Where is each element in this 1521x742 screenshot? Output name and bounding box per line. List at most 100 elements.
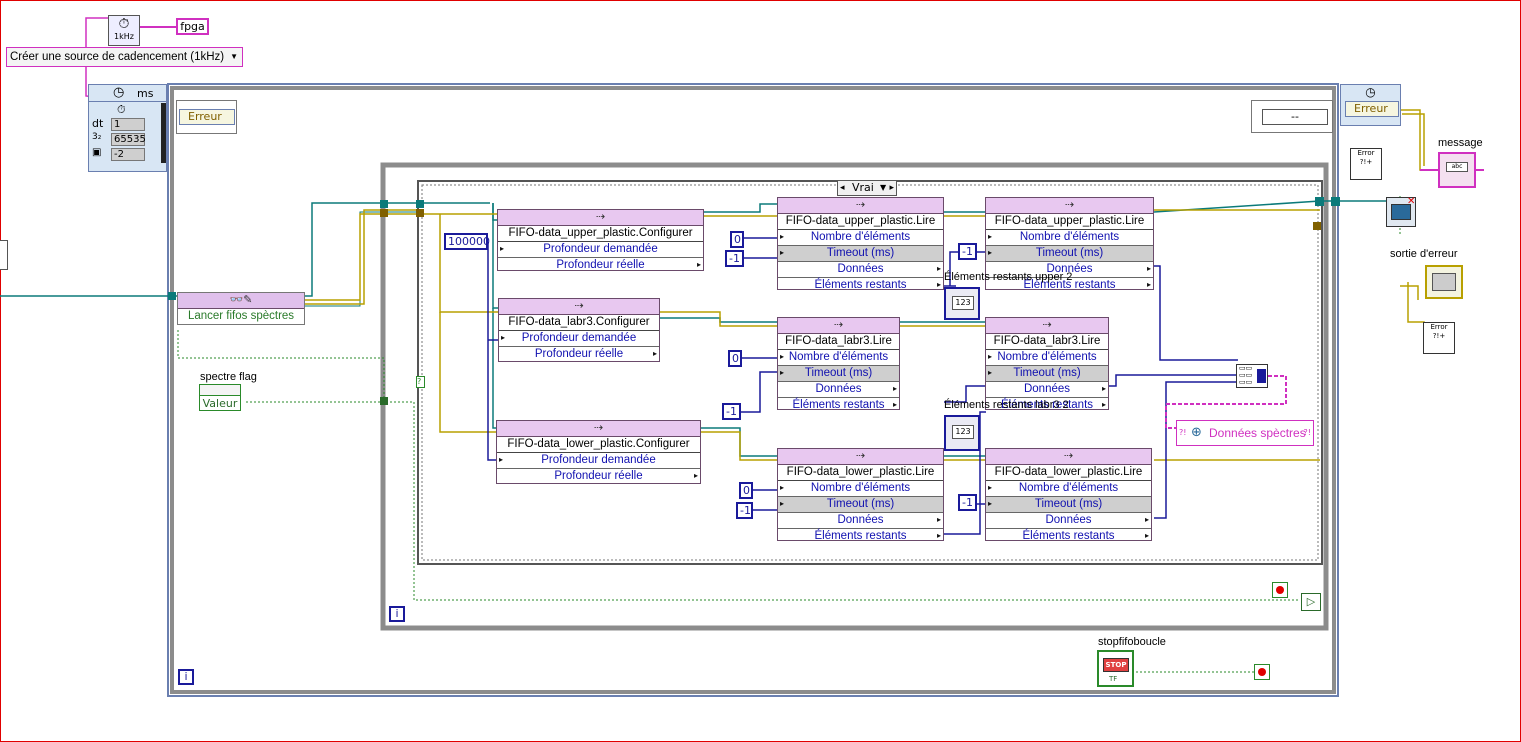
offscreen-control[interactable]	[0, 240, 8, 270]
timeout-constant[interactable]: -1	[725, 250, 744, 267]
read-node-labr3-1[interactable]: ⇢ FIFO-data_labr3.Lire ▸ Nombre d'élément…	[777, 317, 900, 411]
timeout-constant[interactable]: -1	[958, 243, 977, 260]
timer-source-icon[interactable]: ⏱ 1kHz	[108, 15, 140, 46]
sortie-erreur-label: sortie d'erreur	[1390, 248, 1458, 260]
timer-source-ring[interactable]: Créer une source de cadencement (1kHz) ▼	[6, 47, 243, 67]
timed-loop-unit: ms	[137, 87, 154, 100]
spectre-flag-value: Valeur	[202, 397, 238, 410]
numeric-icon: 123	[952, 296, 974, 310]
count-constant[interactable]: 0	[739, 482, 753, 499]
tunnel	[380, 200, 388, 208]
count-constant[interactable]: 0	[728, 350, 742, 367]
error-glyph: Error	[1430, 323, 1448, 331]
fifo-method-icon: ⇢	[499, 299, 659, 315]
elements-upper-label: Éléments restants upper 2	[944, 271, 1073, 283]
error-dialog-icon[interactable]: Error ?!+	[1423, 322, 1455, 354]
node-row: Profondeur demandée	[541, 454, 656, 466]
node-row: Profondeur réelle	[556, 259, 645, 271]
node-title: FIFO-data_lower_plastic.Lire	[778, 465, 943, 481]
tunnel	[168, 292, 176, 300]
chevron-down-icon[interactable]: ▼	[880, 181, 886, 195]
node-title: FIFO-data_upper_plastic.Lire	[778, 214, 943, 230]
abc-icon: abc	[1446, 162, 1468, 172]
priority-value[interactable]: 65535	[111, 133, 146, 146]
stopwatch-icon: ⏱	[117, 103, 126, 116]
tunnel	[380, 209, 388, 217]
node-title: FIFO-data_labr3.Configurer	[499, 315, 659, 331]
stop-timed-indicator[interactable]	[1254, 664, 1270, 680]
node-row: Données	[837, 514, 884, 526]
node-row: Timeout (ms)	[826, 498, 895, 510]
read-node-upper-1[interactable]: ⇢ FIFO-data_upper_plastic.Lire ▸ Nombre d…	[777, 197, 944, 291]
spectre-flag-label: spectre flag	[200, 371, 257, 383]
stop-icon: STOP	[1103, 658, 1129, 672]
unbundle-error-icon[interactable]: ✕	[1386, 196, 1416, 227]
dash-value: --	[1262, 109, 1328, 125]
sortie-erreur-indicator[interactable]	[1425, 265, 1463, 299]
fifo-method-icon: ⇢	[986, 449, 1151, 465]
tunnel	[1313, 222, 1321, 230]
node-row: Nombre d'éléments	[810, 482, 911, 494]
right-error-label: Erreur	[1345, 101, 1399, 117]
elements-upper-indicator[interactable]: 123	[944, 287, 980, 320]
stop-local-indicator[interactable]	[1272, 582, 1288, 598]
timer-source-text: Créer une source de cadencement (1kHz)	[10, 51, 225, 63]
node-title: FIFO-data_upper_plastic.Lire	[986, 214, 1153, 230]
fifo-method-icon: ⇢	[498, 210, 703, 226]
node-row: Nombre d'éléments	[997, 351, 1097, 363]
node-row: Données	[1023, 383, 1071, 395]
left-error-node[interactable]: Erreur	[176, 100, 237, 134]
glasses-pencil-icon: 👓✎	[178, 293, 304, 309]
node-row: Timeout (ms)	[1013, 367, 1081, 379]
timed-loop-input-node[interactable]: ◷ ms ⏱ dt 1 3₂ 65535 ▣ -2	[88, 84, 167, 172]
conditional-terminal[interactable]: ▷	[1301, 593, 1321, 611]
tunnel	[380, 397, 388, 405]
stopfifoboucle-control[interactable]: STOP TF	[1097, 650, 1134, 687]
lancer-fifos-node[interactable]: 👓✎ Lancer fifos spèctres	[177, 292, 305, 325]
node-row: Nombre d'éléments	[1019, 231, 1120, 243]
case-selector-terminal: ?	[416, 376, 425, 388]
node-row: Nombre d'éléments	[810, 231, 911, 243]
spectre-flag-node[interactable]: Valeur	[199, 384, 241, 411]
timeout-constant[interactable]: -1	[958, 494, 977, 511]
read-node-lower-1[interactable]: ⇢ FIFO-data_lower_plastic.Lire ▸ Nombre d…	[777, 448, 944, 542]
processor-value[interactable]: -2	[111, 148, 145, 161]
tunnel	[1331, 197, 1340, 206]
node-title: FIFO-data_lower_plastic.Configurer	[497, 437, 700, 453]
chevron-right-icon[interactable]: ▸	[889, 181, 894, 195]
timer-icon-text: 1kHz	[114, 32, 134, 41]
node-row: Éléments restants	[814, 279, 907, 291]
timed-loop-output-node[interactable]: ◷ Erreur	[1340, 84, 1401, 126]
clock-icon: ◷	[1365, 85, 1376, 99]
timeout-constant[interactable]: -1	[722, 403, 741, 420]
chevron-down-icon[interactable]: ▼	[230, 48, 238, 66]
build-array-node[interactable]: ▭▭ ▭▭ ▭▭	[1236, 364, 1268, 388]
configure-node-labr3[interactable]: ⇢ FIFO-data_labr3.Configurer ▸ Profondeur…	[498, 298, 660, 362]
depth-constant[interactable]: 100000	[444, 233, 490, 250]
fifo-method-icon: ⇢	[778, 318, 899, 334]
configure-node-lower[interactable]: ⇢ FIFO-data_lower_plastic.Configurer ▸ Pr…	[496, 420, 701, 484]
node-title: FIFO-data_labr3.Lire	[778, 334, 899, 350]
read-node-lower-2[interactable]: ⇢ FIFO-data_lower_plastic.Lire ▸ Nombre d…	[985, 448, 1152, 542]
read-node-labr3-2[interactable]: ⇢ FIFO-data_labr3.Lire ▸ Nombre d'élément…	[985, 317, 1109, 411]
tunnel	[416, 209, 424, 217]
error-dialog-icon[interactable]: Error ?!+	[1350, 148, 1382, 180]
message-indicator[interactable]: abc	[1438, 152, 1476, 188]
left-error-label: Erreur	[179, 109, 235, 125]
donnees-spectres-variable[interactable]: ?! ⊕ Données spèctres ?!	[1176, 420, 1314, 446]
chevron-left-icon[interactable]: ◂	[840, 181, 845, 195]
elements-labr3-label: Éléments restants labr3 2	[944, 399, 1069, 411]
case-selector[interactable]: ◂ Vrai ▼ ▸	[837, 180, 897, 196]
node-row: Données	[815, 383, 862, 395]
count-constant[interactable]: 0	[730, 231, 744, 248]
resize-handle[interactable]	[161, 103, 166, 163]
right-status-node[interactable]: --	[1251, 100, 1333, 133]
configure-node-upper[interactable]: ⇢ FIFO-data_upper_plastic.Configurer ▸ Pr…	[497, 209, 704, 271]
node-row: Profondeur demandée	[521, 332, 637, 344]
node-row: Profondeur réelle	[534, 348, 624, 360]
timeout-constant[interactable]: -1	[736, 502, 753, 519]
elements-labr3-indicator[interactable]: 123	[944, 415, 980, 451]
dt-value[interactable]: 1	[111, 118, 145, 131]
node-title: FIFO-data_labr3.Lire	[986, 334, 1108, 350]
node-row: Éléments restants	[792, 399, 885, 411]
